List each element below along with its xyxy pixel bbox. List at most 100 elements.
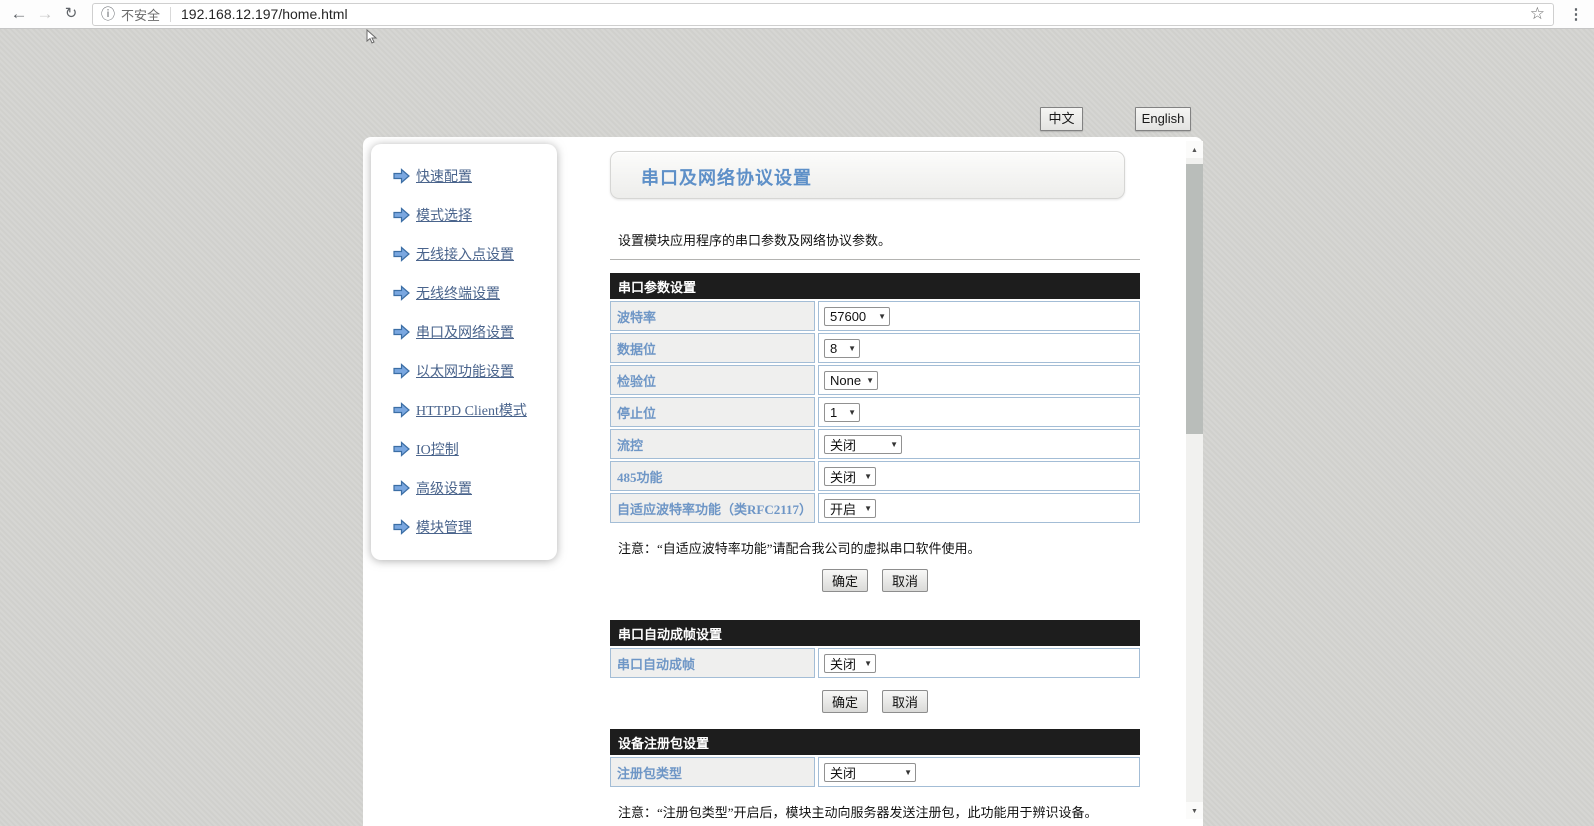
sidebar-item-io-control[interactable]: IO控制 <box>392 439 557 458</box>
table-row: 波特率 57600▼ <box>610 301 1140 331</box>
scroll-down-icon[interactable]: ▼ <box>1186 802 1203 819</box>
sidebar-item-httpd-client[interactable]: HTTPD Client模式 <box>392 400 557 419</box>
sidebar-link[interactable]: 模式选择 <box>416 205 472 225</box>
serial-params-actions: 确定 取消 <box>610 569 1140 592</box>
dropdown-arrow-icon: ▼ <box>866 376 874 385</box>
dropdown-arrow-icon: ▼ <box>890 440 898 449</box>
row-label: 自适应波特率功能（类RFC2117） <box>610 493 815 523</box>
auto-frame-table: 串口自动成帧设置 串口自动成帧 关闭▼ <box>610 620 1140 678</box>
arrow-right-icon <box>392 480 411 496</box>
scrollbar[interactable]: ▲ ▼ <box>1186 141 1203 819</box>
flow-control-select[interactable]: 关闭▼ <box>824 435 902 454</box>
sidebar-item-quick-config[interactable]: 快速配置 <box>392 166 557 185</box>
baud-rate-select[interactable]: 57600▼ <box>824 307 890 326</box>
sidebar-link[interactable]: 模块管理 <box>416 517 472 537</box>
cancel-button[interactable]: 取消 <box>882 690 928 713</box>
dropdown-arrow-icon: ▼ <box>864 472 872 481</box>
note-text: 注意：“注册包类型”开启后，模块主动向服务器发送注册包，此功能用于辨识设备。 <box>618 802 1140 821</box>
row-label: 流控 <box>610 429 815 459</box>
register-packet-table: 设备注册包设置 注册包类型 关闭▼ <box>610 729 1140 787</box>
sidebar: 快速配置 模式选择 无线接入点设置 无线终端设置 串口及网络设置 以太网功能设置 <box>371 144 557 560</box>
sidebar-item-ethernet[interactable]: 以太网功能设置 <box>392 361 557 380</box>
sidebar-item-mode-select[interactable]: 模式选择 <box>392 205 557 224</box>
parity-select[interactable]: None▼ <box>824 371 878 390</box>
browser-toolbar: ← → ↻ ⓘ 不安全 192.168.12.197/home.html ☆ ⋮ <box>0 0 1594 29</box>
page-title-box: 串口及网络协议设置 <box>610 151 1125 199</box>
row-label: 检验位 <box>610 365 815 395</box>
table-row: 检验位 None▼ <box>610 365 1140 395</box>
mouse-cursor <box>366 29 378 45</box>
url-text[interactable]: 192.168.12.197/home.html <box>181 6 1530 22</box>
page-description: 设置模块应用程序的串口参数及网络协议参数。 <box>618 230 1140 249</box>
rs485-select[interactable]: 关闭▼ <box>824 467 876 486</box>
content-panel: 快速配置 模式选择 无线接入点设置 无线终端设置 串口及网络设置 以太网功能设置 <box>363 137 1203 826</box>
dropdown-arrow-icon: ▼ <box>864 659 872 668</box>
sidebar-link[interactable]: IO控制 <box>416 439 459 459</box>
arrow-right-icon <box>392 441 411 457</box>
stop-bits-select[interactable]: 1▼ <box>824 403 860 422</box>
sidebar-item-module-mgmt[interactable]: 模块管理 <box>392 517 557 536</box>
note-text: 注意：“自适应波特率功能”请配合我公司的虚拟串口软件使用。 <box>618 538 1140 557</box>
bookmark-star-icon[interactable]: ☆ <box>1530 4 1545 24</box>
row-label: 停止位 <box>610 397 815 427</box>
table-row: 流控 关闭▼ <box>610 429 1140 459</box>
page-title: 串口及网络协议设置 <box>641 164 812 190</box>
arrow-right-icon <box>392 207 411 223</box>
register-type-select[interactable]: 关闭▼ <box>824 763 916 782</box>
browser-menu-icon[interactable]: ⋮ <box>1562 5 1590 23</box>
sidebar-link[interactable]: HTTPD Client模式 <box>416 400 527 420</box>
table-header: 串口自动成帧设置 <box>610 620 1140 646</box>
table-row: 串口自动成帧 关闭▼ <box>610 648 1140 678</box>
adaptive-baud-select[interactable]: 开启▼ <box>824 499 876 518</box>
sidebar-link[interactable]: 快速配置 <box>416 166 472 186</box>
ok-button[interactable]: 确定 <box>822 569 868 592</box>
table-row: 注册包类型 关闭▼ <box>610 757 1140 787</box>
scrollbar-thumb[interactable] <box>1186 164 1203 434</box>
auto-frame-select[interactable]: 关闭▼ <box>824 654 876 673</box>
row-label: 485功能 <box>610 461 815 491</box>
table-header: 串口参数设置 <box>610 273 1140 299</box>
address-bar[interactable]: ⓘ 不安全 192.168.12.197/home.html ☆ <box>92 3 1554 26</box>
sidebar-link[interactable]: 高级设置 <box>416 478 472 498</box>
divider <box>610 259 1140 260</box>
row-label: 串口自动成帧 <box>610 648 815 678</box>
sidebar-link[interactable]: 以太网功能设置 <box>416 361 514 381</box>
sidebar-link[interactable]: 串口及网络设置 <box>416 322 514 342</box>
language-chinese-button[interactable]: 中文 <box>1040 107 1083 131</box>
dropdown-arrow-icon: ▼ <box>848 344 856 353</box>
sidebar-link[interactable]: 无线接入点设置 <box>416 244 514 264</box>
sidebar-item-serial-network[interactable]: 串口及网络设置 <box>392 322 557 341</box>
serial-params-table: 串口参数设置 波特率 57600▼ 数据位 8▼ <box>610 273 1140 523</box>
auto-frame-actions: 确定 取消 <box>610 690 1140 713</box>
page-background: 中文 English 快速配置 模式选择 无线接入点设置 无线终端设置 <box>0 29 1594 826</box>
row-label: 注册包类型 <box>610 757 815 787</box>
row-label: 数据位 <box>610 333 815 363</box>
arrow-right-icon <box>392 363 411 379</box>
dropdown-arrow-icon: ▼ <box>848 408 856 417</box>
sidebar-item-wireless-ap[interactable]: 无线接入点设置 <box>392 244 557 263</box>
ok-button[interactable]: 确定 <box>822 690 868 713</box>
table-row: 485功能 关闭▼ <box>610 461 1140 491</box>
omnibox-separator <box>170 7 171 22</box>
dropdown-arrow-icon: ▼ <box>878 312 886 321</box>
table-header: 设备注册包设置 <box>610 729 1140 755</box>
forward-icon[interactable]: → <box>32 1 58 27</box>
arrow-right-icon <box>392 519 411 535</box>
sidebar-item-wireless-sta[interactable]: 无线终端设置 <box>392 283 557 302</box>
reload-icon[interactable]: ↻ <box>58 1 84 27</box>
sidebar-link[interactable]: 无线终端设置 <box>416 283 500 303</box>
dropdown-arrow-icon: ▼ <box>864 504 872 513</box>
arrow-right-icon <box>392 402 411 418</box>
arrow-right-icon <box>392 168 411 184</box>
info-icon[interactable]: ⓘ <box>101 4 115 24</box>
sidebar-item-advanced[interactable]: 高级设置 <box>392 478 557 497</box>
data-bits-select[interactable]: 8▼ <box>824 339 860 358</box>
dropdown-arrow-icon: ▼ <box>904 768 912 777</box>
row-label: 波特率 <box>610 301 815 331</box>
language-english-button[interactable]: English <box>1135 107 1191 131</box>
main-content: 串口及网络协议设置 设置模块应用程序的串口参数及网络协议参数。 串口参数设置 波… <box>610 151 1140 826</box>
cancel-button[interactable]: 取消 <box>882 569 928 592</box>
scroll-up-icon[interactable]: ▲ <box>1186 141 1203 158</box>
back-icon[interactable]: ← <box>6 1 32 27</box>
arrow-right-icon <box>392 324 411 340</box>
